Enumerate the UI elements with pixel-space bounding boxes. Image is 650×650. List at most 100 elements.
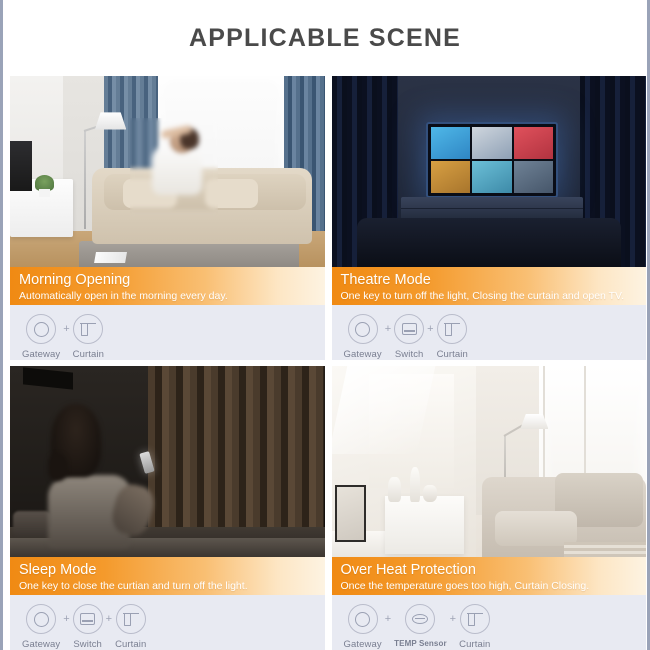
scene-card-sleep-mode[interactable]: Sleep Mode One key to close the curtian … bbox=[10, 366, 325, 650]
card-title: Sleep Mode bbox=[19, 562, 97, 579]
device-gateway[interactable]: Gateway bbox=[22, 604, 60, 650]
tv-tile bbox=[513, 161, 553, 194]
tv-tile bbox=[472, 161, 512, 194]
switch-glyph bbox=[401, 323, 417, 335]
device-gateway[interactable]: Gateway bbox=[22, 314, 60, 360]
device-label: Curtain bbox=[115, 639, 147, 650]
tv-tile bbox=[513, 126, 553, 160]
curtain-glyph bbox=[80, 322, 97, 337]
device-label: TEMP Sensor bbox=[394, 639, 447, 648]
device-list: Gateway + TEMP Sensor + Curtain bbox=[331, 595, 646, 650]
device-list: Gateway + Curtain bbox=[10, 305, 325, 360]
curtain-glyph bbox=[122, 612, 139, 627]
device-switch[interactable]: Switch bbox=[394, 314, 425, 360]
temp-sensor-icon bbox=[405, 604, 436, 634]
switch-icon bbox=[72, 604, 103, 634]
gateway-ring-glyph bbox=[33, 321, 49, 337]
plus-separator: + bbox=[105, 613, 113, 625]
tv-tile bbox=[430, 161, 471, 194]
device-label: Gateway bbox=[22, 639, 61, 650]
device-label: Switch bbox=[73, 639, 102, 650]
cabinet-seam bbox=[400, 208, 584, 209]
curtain-fold bbox=[467, 612, 475, 626]
device-list: Gateway + Switch + Curtain bbox=[10, 595, 325, 650]
open-book-on-floor bbox=[93, 252, 128, 264]
gateway-ring-glyph bbox=[33, 611, 49, 627]
temp-sensor-glyph bbox=[412, 614, 429, 624]
device-switch[interactable]: Switch bbox=[72, 604, 103, 650]
vase bbox=[388, 476, 401, 502]
plus-separator: + bbox=[427, 323, 434, 335]
device-gateway[interactable]: Gateway bbox=[344, 314, 382, 360]
curtain-fold bbox=[123, 612, 131, 626]
curtain-icon bbox=[73, 314, 104, 344]
pillow bbox=[13, 511, 51, 537]
device-label: Gateway bbox=[343, 349, 382, 360]
scene-card-morning-opening[interactable]: Morning Opening Automatically open in th… bbox=[10, 76, 325, 360]
striped-throw bbox=[564, 542, 646, 558]
plus-separator: + bbox=[63, 323, 70, 335]
page-title: APPLICABLE SCENE bbox=[188, 23, 461, 52]
floor-lamp-pole bbox=[83, 129, 86, 230]
white-cabinet bbox=[384, 496, 464, 554]
gateway-icon bbox=[26, 604, 57, 634]
curtain-icon bbox=[459, 604, 490, 634]
applicable-scene-page: APPLICABLE SCENE Morning Opening Automat… bbox=[0, 0, 650, 650]
gateway-ring-glyph bbox=[355, 321, 371, 337]
vase bbox=[410, 467, 420, 502]
card-subtitle: Automatically open in the morning every … bbox=[19, 290, 228, 303]
brown-curtain bbox=[148, 366, 325, 541]
curtain-glyph bbox=[466, 612, 483, 627]
tv-tile bbox=[472, 126, 512, 160]
card-title: Over Heat Protection bbox=[340, 562, 476, 579]
curtain-glyph bbox=[444, 322, 461, 337]
device-curtain[interactable]: Curtain bbox=[437, 314, 468, 360]
scene-photo-bright-sunlit-room bbox=[331, 366, 646, 558]
device-label: Gateway bbox=[343, 639, 382, 650]
device-temp-sensor[interactable]: TEMP Sensor bbox=[394, 604, 447, 648]
scene-photo-bright-living-room bbox=[10, 76, 325, 268]
device-gateway[interactable]: Gateway bbox=[344, 604, 382, 650]
page-header: APPLICABLE SCENE bbox=[3, 0, 647, 76]
card-caption: Theatre Mode One key to turn off the lig… bbox=[331, 267, 646, 305]
curtain-icon bbox=[115, 604, 146, 634]
device-label: Gateway bbox=[22, 349, 61, 360]
plus-separator: + bbox=[384, 323, 392, 335]
device-label: Curtain bbox=[72, 349, 104, 360]
gateway-icon bbox=[26, 314, 57, 344]
scene-photo-dark-bedroom-night bbox=[10, 366, 325, 558]
card-title: Morning Opening bbox=[19, 272, 131, 289]
curtain-fold bbox=[81, 322, 89, 336]
device-curtain[interactable]: Curtain bbox=[459, 604, 490, 650]
device-label: Curtain bbox=[459, 639, 491, 650]
device-label: Curtain bbox=[436, 349, 468, 360]
television-screen bbox=[425, 121, 558, 199]
sofa-seat-cushion bbox=[495, 511, 577, 546]
device-curtain[interactable]: Curtain bbox=[73, 314, 104, 360]
card-caption: Sleep Mode One key to close the curtian … bbox=[10, 557, 325, 595]
sofa-silhouette bbox=[356, 217, 621, 268]
plus-separator: + bbox=[449, 613, 457, 625]
device-list: Gateway + Switch + Curtain bbox=[331, 305, 646, 360]
card-subtitle: Once the temperature goes too high, Curt… bbox=[340, 580, 590, 593]
switch-glyph bbox=[80, 613, 96, 625]
curtain-fold bbox=[445, 322, 453, 336]
gateway-ring-glyph bbox=[355, 611, 371, 627]
television bbox=[10, 141, 32, 191]
tv-tile bbox=[430, 126, 471, 160]
device-label: Switch bbox=[394, 349, 424, 360]
vase bbox=[422, 484, 437, 502]
scene-photo-dark-theatre-room bbox=[331, 76, 646, 268]
plant-pot bbox=[38, 188, 50, 197]
scene-card-theatre-mode[interactable]: Theatre Mode One key to turn off the lig… bbox=[331, 76, 646, 360]
switch-icon bbox=[394, 314, 425, 344]
plus-separator: + bbox=[384, 613, 392, 625]
card-subtitle: One key to close the curtian and turn of… bbox=[19, 580, 248, 593]
card-title: Theatre Mode bbox=[340, 272, 431, 289]
scene-card-over-heat-protection[interactable]: Over Heat Protection Once the temperatur… bbox=[331, 366, 646, 650]
device-curtain[interactable]: Curtain bbox=[115, 604, 146, 650]
gateway-icon bbox=[347, 604, 378, 634]
person-ponytail bbox=[47, 454, 67, 481]
photo-blur-overlay bbox=[129, 118, 218, 218]
curtain-icon bbox=[437, 314, 468, 344]
